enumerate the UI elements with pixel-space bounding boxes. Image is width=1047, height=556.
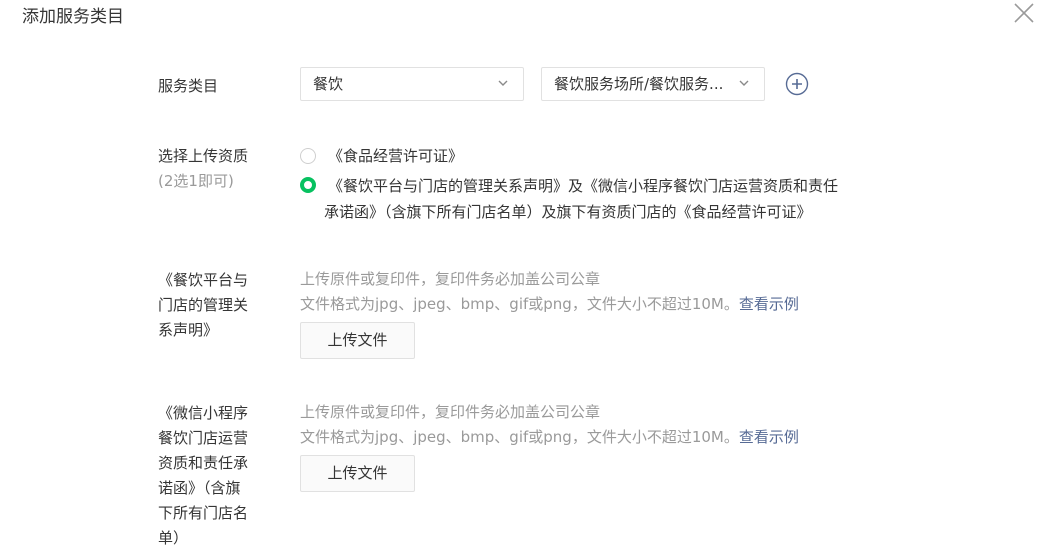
upload-format-hint: 文件格式为jpg、jpeg、bmp、gif或png，文件大小不超过10M。查看示… — [300, 425, 799, 450]
upload-hint: 上传原件或复印件，复印件务必加盖公司公章 — [300, 403, 601, 421]
close-icon[interactable] — [1013, 2, 1035, 24]
category-secondary-select[interactable]: 餐饮服务场所/餐饮服务... — [541, 67, 765, 101]
chevron-down-icon — [498, 80, 508, 86]
radio-checked-icon[interactable] — [300, 177, 316, 193]
upload-file-button[interactable]: 上传文件 — [300, 322, 415, 359]
qualification-label: 选择上传资质 — [158, 147, 249, 165]
qualification-option-text: 《食品经营许可证》 — [328, 147, 464, 165]
label-line: 系声明》 — [158, 321, 219, 339]
label-line: 《餐饮平台与 — [158, 271, 249, 289]
category-primary-value: 餐饮 — [313, 75, 344, 93]
format-text: 文件格式为jpg、jpeg、bmp、gif或png，文件大小不超过10M。 — [300, 428, 739, 446]
category-label: 服务类目 — [158, 77, 219, 95]
label-line: 下所有门店名 — [158, 504, 249, 522]
qualification-option-text-line2: 承诺函》（含旗下所有门店名单）及旗下有资质门店的《食品经营许可证》 — [324, 203, 812, 221]
label-line: 单） — [158, 529, 189, 547]
add-category-button[interactable] — [785, 72, 809, 96]
upload-file-button[interactable]: 上传文件 — [300, 455, 415, 492]
radio-unchecked-icon[interactable] — [300, 148, 316, 164]
upload-hint: 上传原件或复印件，复印件务必加盖公司公章 — [300, 270, 601, 288]
label-line: 门店的管理关 — [158, 296, 249, 314]
plus-circle-icon — [785, 72, 809, 96]
label-line: 资质和责任承 — [158, 454, 249, 472]
dialog-title: 添加服务类目 — [22, 7, 124, 27]
view-example-link[interactable]: 查看示例 — [739, 295, 799, 313]
category-secondary-value: 餐饮服务场所/餐饮服务... — [554, 75, 724, 93]
upload-format-hint: 文件格式为jpg、jpeg、bmp、gif或png，文件大小不超过10M。查看示… — [300, 292, 799, 317]
label-line: 《微信小程序 — [158, 404, 249, 422]
category-primary-select[interactable]: 餐饮 — [300, 67, 524, 101]
format-text: 文件格式为jpg、jpeg、bmp、gif或png，文件大小不超过10M。 — [300, 295, 739, 313]
qualification-option-text-line1: 《餐饮平台与门店的管理关系声明》及《微信小程序餐饮门店运营资质和责任 — [328, 177, 839, 195]
upload-commitment-label: 《微信小程序 餐饮门店运营 资质和责任承 诺函》（含旗 下所有门店名 单） — [158, 401, 258, 551]
qualification-sublabel: (2选1即可) — [158, 172, 234, 190]
label-line: 餐饮门店运营 — [158, 429, 249, 447]
chevron-down-icon — [739, 80, 749, 86]
upload-declaration-label: 《餐饮平台与 门店的管理关 系声明》 — [158, 268, 258, 343]
label-line: 诺函》（含旗 — [158, 479, 241, 497]
view-example-link[interactable]: 查看示例 — [739, 428, 799, 446]
